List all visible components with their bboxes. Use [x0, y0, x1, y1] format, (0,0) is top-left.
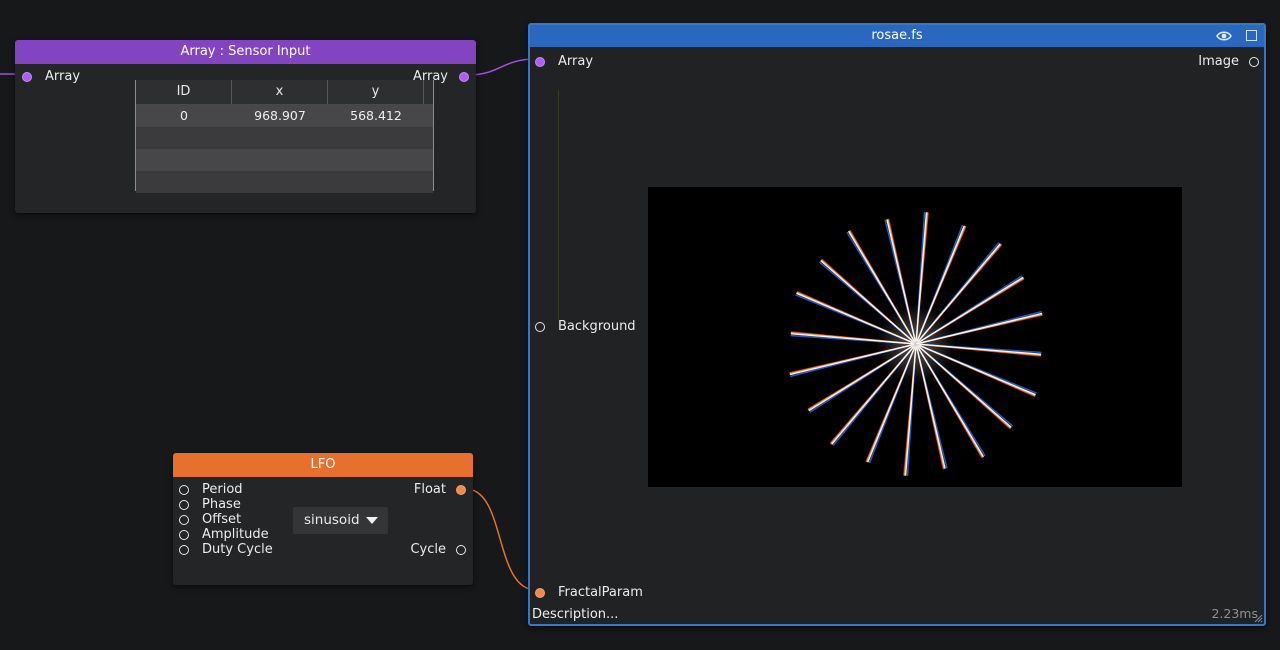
rose-petal-ray: [820, 260, 917, 345]
input-port-amplitude[interactable]: Amplitude: [179, 527, 269, 542]
node-title-text: rosae.fs: [871, 28, 923, 43]
resize-handle-icon[interactable]: [1253, 613, 1263, 623]
table-cell: 0: [180, 108, 188, 123]
port-label: Array: [45, 69, 81, 84]
sensor-data-table: ID x y 0 968.907 568.412: [135, 80, 434, 193]
input-port-fractalparam[interactable]: FractalParam: [535, 585, 643, 600]
divider: [558, 90, 559, 320]
table-row-empty: [136, 127, 433, 149]
input-port-background[interactable]: Background: [535, 319, 636, 334]
node-title[interactable]: rosae.fs: [530, 25, 1264, 47]
input-port-array[interactable]: Array: [22, 69, 80, 84]
rose-petal-ray: [915, 243, 1001, 345]
input-port-array[interactable]: Array: [535, 54, 593, 69]
node-title[interactable]: Array : Sensor Input: [15, 40, 476, 64]
table-row-empty: [136, 171, 433, 193]
port-dot-icon[interactable]: [179, 544, 189, 555]
port-label: Background: [558, 319, 636, 334]
port-dot-icon[interactable]: [535, 56, 545, 67]
table-cell: 568.412: [350, 108, 402, 123]
port-label: Phase: [202, 497, 241, 512]
table-row[interactable]: 0 968.907 568.412: [136, 105, 433, 127]
table-row-empty: [136, 149, 433, 171]
maximize-icon[interactable]: [1246, 30, 1257, 41]
column-header[interactable]: x: [232, 80, 328, 104]
port-dot-icon[interactable]: [456, 484, 466, 495]
wire-float-to-fractal: [465, 488, 537, 591]
input-port-period[interactable]: Period: [179, 482, 243, 497]
port-dot-icon[interactable]: [179, 484, 189, 495]
node-graph-canvas[interactable]: Array : Sensor Input Array Array ID x y …: [0, 0, 1280, 650]
port-label: Array: [558, 54, 594, 69]
port-dot-icon[interactable]: [179, 529, 189, 540]
rose-render-image: [789, 211, 1043, 477]
output-port-image[interactable]: Image: [1198, 54, 1259, 69]
table-cell: 968.907: [254, 108, 306, 123]
port-label: FractalParam: [558, 585, 643, 600]
input-port-phase[interactable]: Phase: [179, 497, 241, 512]
port-label: Amplitude: [202, 527, 269, 542]
port-dot-icon[interactable]: [1249, 56, 1259, 67]
port-dot-icon[interactable]: [459, 71, 469, 82]
column-header[interactable]: ID: [136, 80, 232, 104]
port-dot-icon[interactable]: [535, 587, 545, 598]
port-dot-icon[interactable]: [535, 321, 545, 332]
rose-petal-ray: [831, 343, 917, 445]
port-dot-icon[interactable]: [456, 544, 466, 555]
output-port-float[interactable]: Float: [414, 482, 466, 497]
rose-petal-ray: [915, 343, 1012, 428]
input-port-duty-cycle[interactable]: Duty Cycle: [179, 542, 273, 557]
port-label: Offset: [202, 512, 242, 527]
eye-icon[interactable]: [1216, 29, 1232, 43]
shader-node[interactable]: rosae.fs Array Background FractalParam I…: [528, 23, 1266, 626]
column-header[interactable]: y: [328, 80, 424, 104]
lfo-node[interactable]: LFO Period Phase Offset Amplitude Duty C…: [173, 453, 473, 585]
port-label: Image: [1198, 54, 1239, 69]
input-port-offset[interactable]: Offset: [179, 512, 241, 527]
table-header: ID x y: [136, 80, 433, 105]
sensor-input-node[interactable]: Array : Sensor Input Array Array ID x y …: [15, 40, 476, 213]
wire-array-to-shader: [467, 58, 537, 76]
render-time: 2.23ms: [1211, 606, 1258, 621]
waveform-select[interactable]: sinusoid: [293, 507, 388, 534]
port-dot-icon[interactable]: [179, 499, 189, 510]
port-label: Duty Cycle: [202, 542, 273, 557]
output-port-cycle[interactable]: Cycle: [410, 542, 466, 557]
port-dot-icon[interactable]: [22, 71, 32, 82]
description-field[interactable]: Description...: [532, 607, 618, 622]
port-label: Period: [202, 482, 243, 497]
shader-preview: [648, 187, 1182, 487]
port-label: Cycle: [410, 542, 446, 557]
chevron-down-icon: [366, 517, 378, 524]
port-label: Float: [413, 482, 446, 497]
node-title[interactable]: LFO: [173, 453, 473, 477]
waveform-value: sinusoid: [304, 512, 360, 528]
port-dot-icon[interactable]: [179, 514, 189, 525]
